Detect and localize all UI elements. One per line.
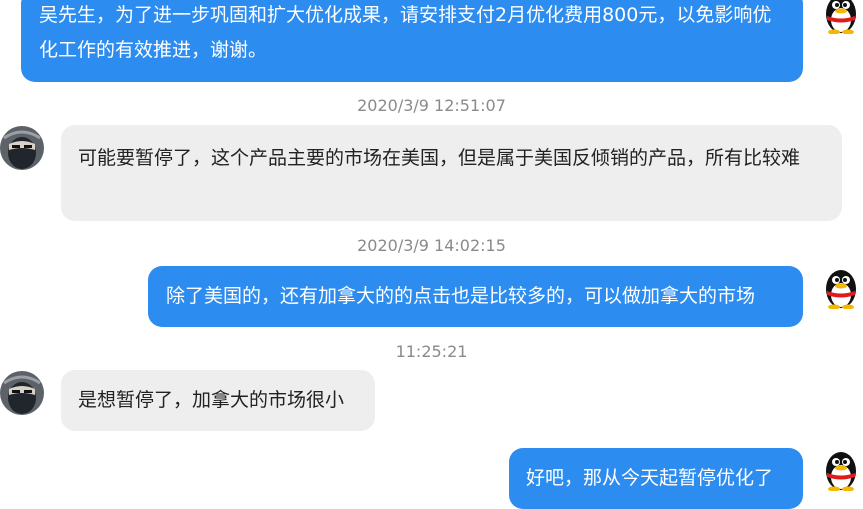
message-text: 好吧，那从今天起暂停优化了 [526, 467, 774, 489]
message-timestamp: 2020/3/9 12:51:07 [357, 96, 506, 115]
penguin-avatar-icon[interactable] [819, 447, 863, 491]
message-text: 吴先生，为了进一步巩固和扩大优化成果，请安排支付2月优化费用800元，以免影响优… [39, 4, 772, 61]
message-bubble-incoming: 是想暂停了，加拿大的市场很小 [61, 370, 375, 431]
penguin-avatar-icon[interactable] [819, 265, 863, 309]
message-timestamp: 2020/3/9 14:02:15 [357, 236, 506, 255]
masked-person-avatar-icon[interactable] [0, 371, 44, 415]
message-bubble-incoming: 可能要暂停了，这个产品主要的市场在美国，但是属于美国反倾销的产品，所有比较难 [61, 125, 842, 221]
message-timestamp: 11:25:21 [395, 342, 468, 361]
message-text: 是想暂停了，加拿大的市场很小 [78, 389, 345, 411]
penguin-avatar-icon[interactable] [819, 0, 863, 34]
message-text: 除了美国的，还有加拿大的的点击也是比较多的，可以做加拿大的市场 [166, 285, 756, 307]
masked-person-avatar-icon[interactable] [0, 126, 44, 170]
message-bubble-outgoing: 吴先生，为了进一步巩固和扩大优化成果，请安排支付2月优化费用800元，以免影响优… [21, 0, 803, 82]
message-bubble-outgoing: 除了美国的，还有加拿大的的点击也是比较多的，可以做加拿大的市场 [148, 266, 803, 327]
message-text: 可能要暂停了，这个产品主要的市场在美国，但是属于美国反倾销的产品，所有比较难 [78, 147, 801, 169]
message-bubble-outgoing: 好吧，那从今天起暂停优化了 [509, 448, 803, 509]
